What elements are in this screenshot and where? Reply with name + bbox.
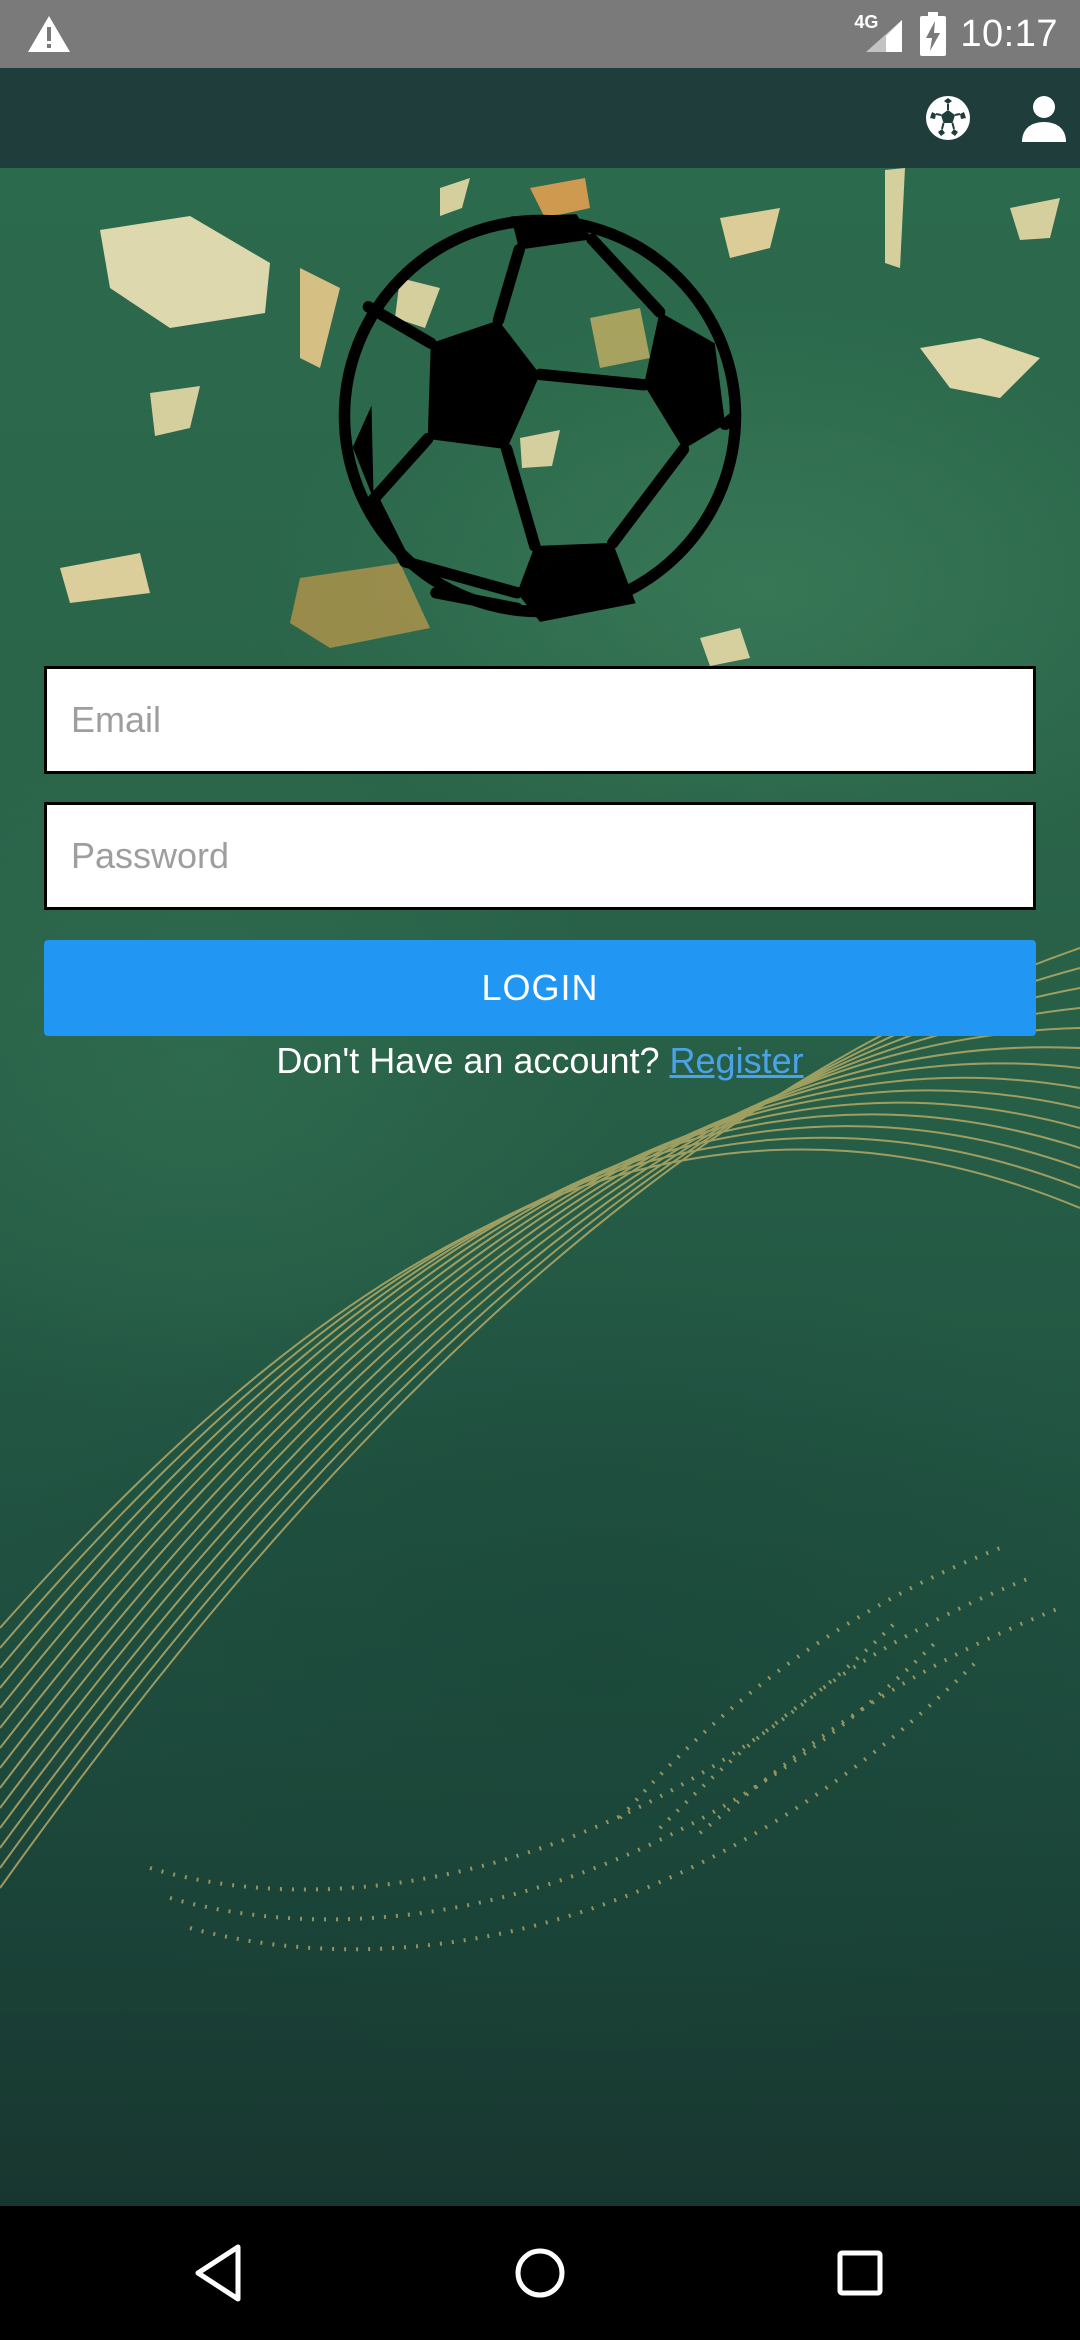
register-prompt-row: Don't Have an account? Register	[0, 1040, 1080, 1082]
login-screen: LOGIN Don't Have an account? Register	[0, 168, 1080, 2206]
login-button[interactable]: LOGIN	[44, 940, 1036, 1036]
person-icon[interactable]	[1018, 92, 1070, 144]
battery-charging-icon	[920, 12, 947, 56]
dotted-arcs-decoration	[149, 1546, 1061, 1952]
password-field[interactable]	[44, 802, 1036, 910]
status-bar: 4G 10:17	[0, 0, 1080, 68]
register-prompt-text: Don't Have an account?	[276, 1040, 660, 1081]
clock: 10:17	[960, 12, 1058, 55]
soccer-ball-logo	[338, 214, 742, 622]
warning-icon	[28, 16, 70, 52]
golden-lines-decoration	[0, 947, 1080, 1889]
signal-indicator: 4G	[854, 12, 906, 56]
register-link[interactable]: Register	[670, 1040, 804, 1081]
app-bar	[0, 68, 1080, 168]
soccer-ball-icon[interactable]	[922, 92, 974, 144]
back-icon[interactable]	[186, 2239, 254, 2307]
recents-icon[interactable]	[826, 2239, 894, 2307]
screen: 4G 10:17 Email LOGIN Don't Have an accou…	[0, 0, 1080, 2340]
login-button-label: LOGIN	[481, 967, 599, 1008]
email-field[interactable]	[44, 666, 1036, 774]
signal-icon	[866, 20, 903, 52]
home-icon[interactable]	[506, 2239, 574, 2307]
navigation-bar	[0, 2206, 1080, 2340]
